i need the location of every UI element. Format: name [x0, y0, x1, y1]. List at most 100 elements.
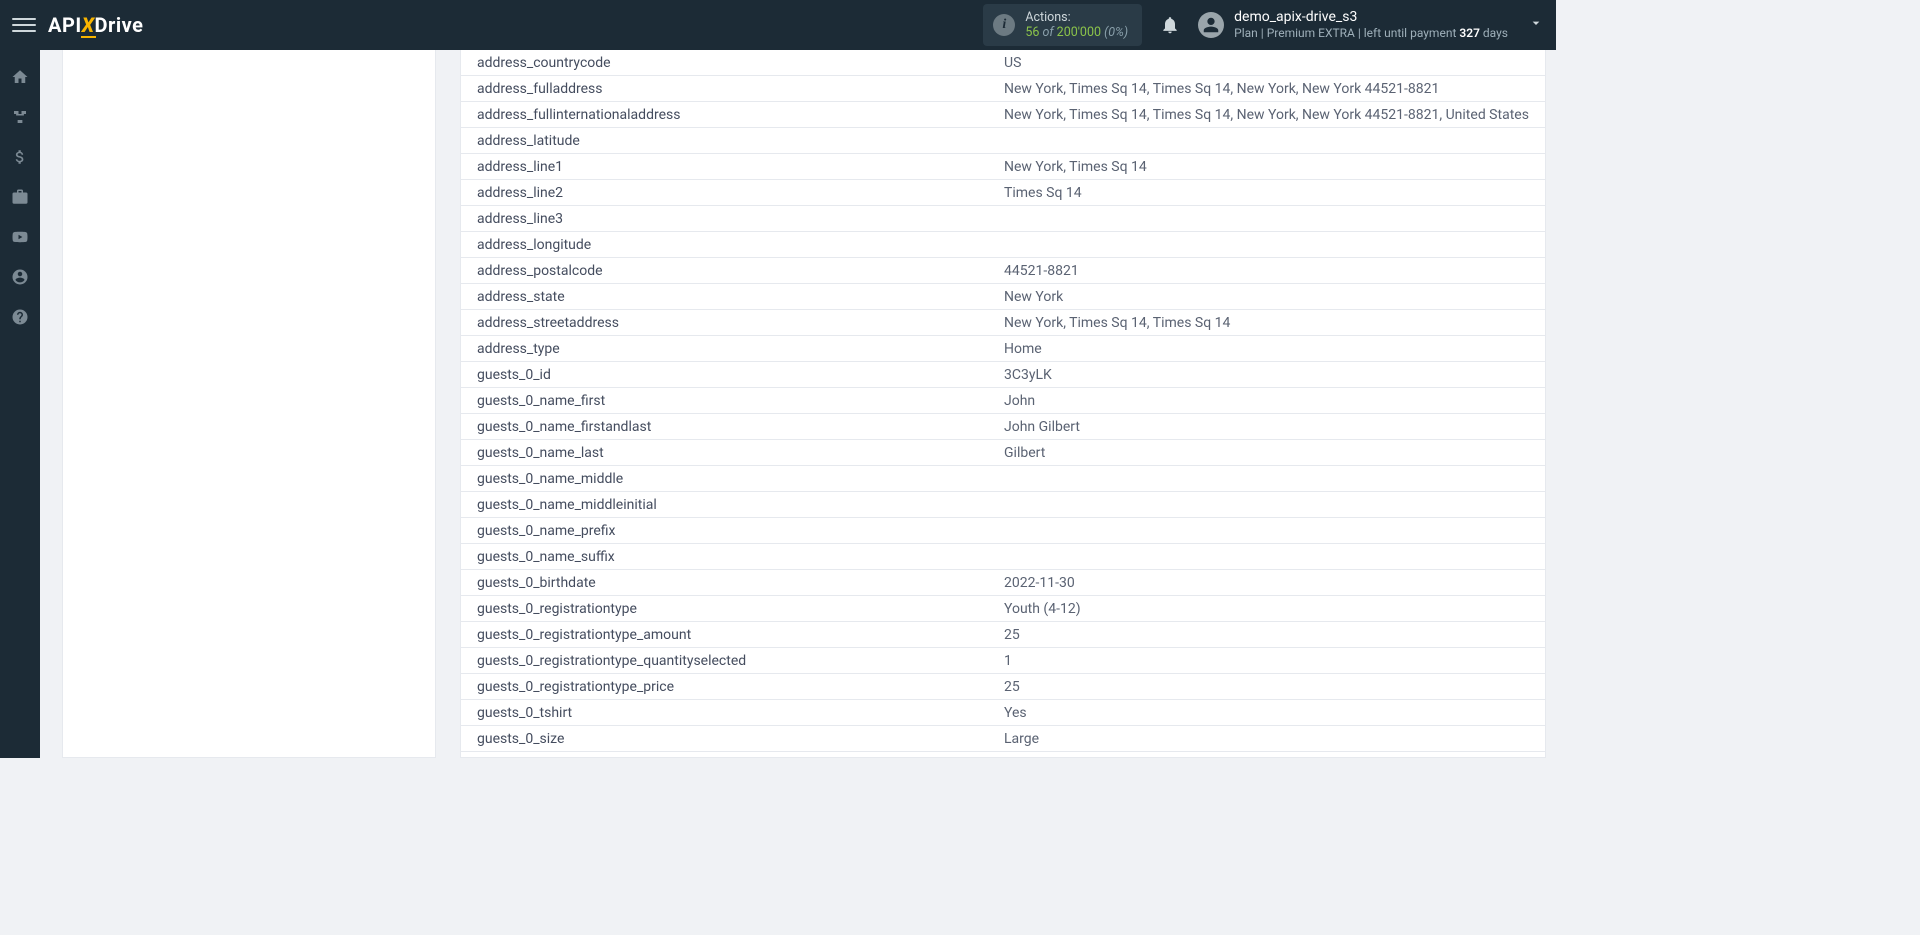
- field-key: guests_0_registrationtype: [461, 598, 996, 620]
- field-value: New York, Times Sq 14, Times Sq 14, New …: [996, 104, 1545, 126]
- field-key: guests_0_tshirt: [461, 702, 996, 724]
- actions-values: 56 of 200'000 (0%): [1025, 25, 1128, 40]
- field-value: Large: [996, 728, 1545, 750]
- actions-label: Actions:: [1025, 10, 1128, 25]
- actions-counter-box[interactable]: i Actions: 56 of 200'000 (0%): [983, 4, 1142, 46]
- table-row: address_longitude: [461, 232, 1545, 258]
- plan-prefix: Plan |: [1234, 26, 1267, 40]
- field-key: address_fulladdress: [461, 78, 996, 100]
- table-row: address_latitude: [461, 128, 1545, 154]
- table-row: address_line3: [461, 206, 1545, 232]
- field-value: US: [996, 52, 1545, 74]
- field-value: 25: [996, 624, 1545, 646]
- field-key: guests_0_name_middle: [461, 468, 996, 490]
- table-row: address_line2Times Sq 14: [461, 180, 1545, 206]
- field-key: address_line3: [461, 208, 996, 230]
- field-key: address_longitude: [461, 234, 996, 256]
- field-value: [996, 502, 1545, 508]
- table-row: address_line1New York, Times Sq 14: [461, 154, 1545, 180]
- nav-connections-icon[interactable]: [11, 108, 29, 126]
- field-key: guests_0_birthdate: [461, 572, 996, 594]
- table-row: address_countrycodeUS: [461, 50, 1545, 76]
- field-value: New York, Times Sq 14: [996, 156, 1545, 178]
- field-value: 3C3yLK: [996, 364, 1545, 386]
- actions-pct: (0%): [1101, 25, 1128, 40]
- logo-text-api: API: [48, 15, 82, 35]
- user-plan-line: Plan | Premium EXTRA | left until paymen…: [1234, 26, 1508, 40]
- table-row: address_fullinternationaladdressNew York…: [461, 102, 1545, 128]
- field-key: guests_0_name_middleinitial: [461, 494, 996, 516]
- field-key: guests_0_chooseyouroptions_question1: [461, 754, 996, 759]
- brand-logo[interactable]: APIXDrive: [48, 15, 143, 35]
- table-row: guests_0_sizeLarge: [461, 726, 1545, 752]
- field-value: [996, 528, 1545, 534]
- table-row: guests_0_birthdate2022-11-30: [461, 570, 1545, 596]
- field-key: address_countrycode: [461, 52, 996, 74]
- field-key: guests_0_name_first: [461, 390, 996, 412]
- field-key: guests_0_id: [461, 364, 996, 386]
- table-row: guests_0_name_prefix: [461, 518, 1545, 544]
- field-value: 2022-11-30: [996, 572, 1545, 594]
- logo-text-drive: Drive: [95, 15, 144, 35]
- main-content: address_countrycodeUSaddress_fulladdress…: [40, 50, 1556, 758]
- field-value: John: [996, 390, 1545, 412]
- table-row: address_typeHome: [461, 336, 1545, 362]
- field-key: address_state: [461, 286, 996, 308]
- user-avatar-icon[interactable]: [1198, 12, 1224, 38]
- logo-text-x: X: [82, 15, 95, 35]
- user-menu-chevron-icon[interactable]: [1528, 15, 1544, 35]
- side-nav: [0, 50, 40, 758]
- nav-video-icon[interactable]: [11, 228, 29, 246]
- field-value: 1: [996, 650, 1545, 672]
- right-panel: address_countrycodeUSaddress_fulladdress…: [460, 50, 1546, 758]
- field-value: [996, 476, 1545, 482]
- field-key: guests_0_size: [461, 728, 996, 750]
- table-row: guests_0_name_suffix: [461, 544, 1545, 570]
- user-info-block[interactable]: demo_apix-drive_s3 Plan | Premium EXTRA …: [1234, 9, 1508, 40]
- field-value: [996, 216, 1545, 222]
- table-row: guests_0_chooseyouroptions_question1Very…: [461, 752, 1545, 758]
- field-value: 25: [996, 676, 1545, 698]
- field-value: [996, 138, 1545, 144]
- table-row: guests_0_registrationtype_price25: [461, 674, 1545, 700]
- field-value: Youth (4-12): [996, 598, 1545, 620]
- notifications-bell-icon[interactable]: [1160, 15, 1180, 35]
- table-row: guests_0_name_lastGilbert: [461, 440, 1545, 466]
- table-row: guests_0_name_middle: [461, 466, 1545, 492]
- info-icon: i: [993, 14, 1015, 36]
- actions-used: 56: [1025, 25, 1039, 40]
- field-key: address_streetaddress: [461, 312, 996, 334]
- table-row: guests_0_registrationtype_quantityselect…: [461, 648, 1545, 674]
- plan-days-suffix: days: [1480, 26, 1508, 40]
- plan-name: Premium EXTRA: [1267, 26, 1355, 40]
- field-value: New York, Times Sq 14, Times Sq 14: [996, 312, 1545, 334]
- nav-toolbox-icon[interactable]: [11, 188, 29, 206]
- field-key: address_line2: [461, 182, 996, 204]
- field-key: address_postalcode: [461, 260, 996, 282]
- field-key: guests_0_name_firstandlast: [461, 416, 996, 438]
- hamburger-menu-button[interactable]: [12, 13, 36, 37]
- table-row: guests_0_registrationtypeYouth (4-12): [461, 596, 1545, 622]
- nav-help-icon[interactable]: [11, 308, 29, 326]
- table-row: guests_0_name_firstandlastJohn Gilbert: [461, 414, 1545, 440]
- table-row: guests_0_name_firstJohn: [461, 388, 1545, 414]
- table-row: address_stateNew York: [461, 284, 1545, 310]
- actions-total: 200'000: [1057, 25, 1101, 40]
- table-row: guests_0_registrationtype_amount25: [461, 622, 1545, 648]
- nav-home-icon[interactable]: [11, 68, 29, 86]
- field-key: address_latitude: [461, 130, 996, 152]
- field-value: Times Sq 14: [996, 182, 1545, 204]
- nav-billing-icon[interactable]: [11, 148, 29, 166]
- field-value: 44521-8821: [996, 260, 1545, 282]
- field-value: Home: [996, 338, 1545, 360]
- field-key: guests_0_name_prefix: [461, 520, 996, 542]
- actions-text: Actions: 56 of 200'000 (0%): [1025, 10, 1128, 40]
- field-value-table: address_countrycodeUSaddress_fulladdress…: [461, 50, 1545, 758]
- field-key: guests_0_name_suffix: [461, 546, 996, 568]
- plan-mid: | left until payment: [1355, 26, 1460, 40]
- field-key: guests_0_registrationtype_price: [461, 676, 996, 698]
- field-value: John Gilbert: [996, 416, 1545, 438]
- table-row: address_postalcode44521-8821: [461, 258, 1545, 284]
- field-value: [996, 242, 1545, 248]
- nav-account-icon[interactable]: [11, 268, 29, 286]
